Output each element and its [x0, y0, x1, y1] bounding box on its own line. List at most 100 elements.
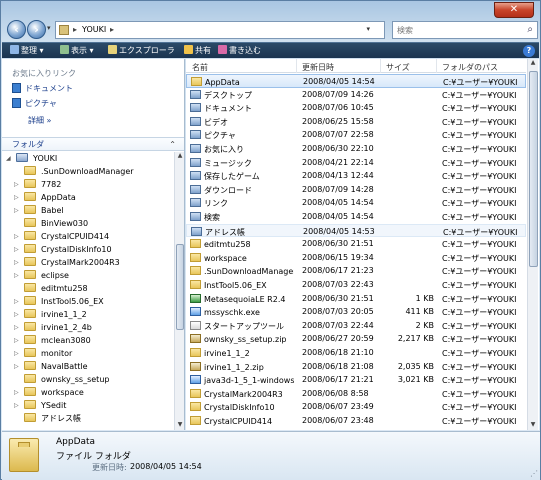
file-row[interactable]: irvine1_1_2 2008/06/18 21:10 C:¥ユーザー¥YOUKI: [186, 346, 526, 360]
file-row[interactable]: スタートアップツール 2008/07/03 22:44 2 KB C:¥ユーザー¥YO…: [186, 319, 526, 333]
column-header-folder[interactable]: フォルダのパス: [442, 62, 498, 73]
expand-arrow-icon[interactable]: ◢: [6, 152, 14, 165]
back-button[interactable]: ‹: [7, 20, 26, 39]
breadcrumb-separator[interactable]: ▸: [110, 25, 114, 34]
tree-item[interactable]: ▷ CrystalMark2004R3: [14, 256, 120, 269]
burn-button[interactable]: 書き込む: [218, 45, 261, 57]
expand-arrow-icon[interactable]: ▷: [14, 386, 22, 399]
close-button[interactable]: ✕: [494, 2, 534, 18]
organize-button[interactable]: 整理 ▾: [10, 45, 44, 57]
tree-item[interactable]: ▷ 7782: [14, 178, 61, 191]
breadcrumb-separator[interactable]: ▸: [73, 25, 77, 34]
tree-item[interactable]: .SunDownloadManager: [24, 165, 134, 178]
file-row[interactable]: ダウンロード 2008/07/09 14:28 C:¥ユーザー¥YOUKI: [186, 183, 526, 197]
file-row[interactable]: .SunDownloadManager 2008/06/17 21:23 C:¥ユー…: [186, 264, 526, 278]
expand-arrow-icon[interactable]: ▷: [14, 178, 22, 191]
tree-item[interactable]: ▷ eclipse: [14, 269, 69, 282]
file-row[interactable]: irvine1_1_2.zip 2008/06/18 21:08 2,035 KB C…: [186, 360, 526, 374]
file-row[interactable]: CrystalMark2004R3 2008/06/08 8:58 C:¥ユーザー¥…: [186, 387, 526, 401]
tree-item[interactable]: ▷ mclean3080: [14, 334, 91, 347]
tree-item[interactable]: ▷ Babel: [14, 204, 64, 217]
tree-item[interactable]: ▷ workspace: [14, 386, 84, 399]
tree-item[interactable]: ▷ InstTool5.06_EX: [14, 295, 104, 308]
expand-arrow-icon[interactable]: ▷: [14, 321, 22, 334]
view-button[interactable]: 表示 ▾: [60, 45, 94, 57]
file-row[interactable]: CrystalDiskInfo10 2008/06/07 23:49 C:¥ユーザー…: [186, 400, 526, 414]
tree-scrollbar-thumb[interactable]: [176, 244, 184, 330]
file-row[interactable]: AppData 2008/04/05 14:54 C:¥ユーザー¥YOUKI: [186, 74, 526, 88]
favorite-link-documents[interactable]: ドキュメント: [12, 83, 73, 95]
breadcrumb-youki[interactable]: YOUKI: [82, 25, 106, 34]
expand-arrow-icon[interactable]: ▷: [14, 269, 22, 282]
tree-item[interactable]: ▷ monitor: [14, 347, 72, 360]
scroll-down-arrow[interactable]: ▼: [176, 421, 184, 430]
tree-item[interactable]: ▷ irvine1_1_2: [14, 308, 87, 321]
file-row[interactable]: ownsky_ss_setup.zip 2008/06/27 20:59 2,217…: [186, 332, 526, 346]
explore-button[interactable]: エクスプローラ: [108, 45, 175, 57]
expand-arrow-icon[interactable]: ▷: [14, 347, 22, 360]
file-row[interactable]: InstTool5.06_EX 2008/07/03 22:43 C:¥ユーザー¥Y…: [186, 278, 526, 292]
scroll-down-arrow[interactable]: ▼: [529, 421, 537, 430]
expand-arrow-icon[interactable]: ▷: [14, 334, 22, 347]
scroll-up-arrow[interactable]: ▲: [529, 59, 537, 68]
tree-item[interactable]: アドレス帳: [24, 412, 81, 425]
more-link[interactable]: 詳細 »: [28, 115, 51, 126]
file-row[interactable]: MetasequoiaLE R2.4 2008/06/30 21:51 1 KB C:…: [186, 292, 526, 306]
tree-item[interactable]: ownsky_ss_setup: [24, 373, 109, 386]
search-input[interactable]: 検索 ⌕: [392, 21, 538, 39]
file-row[interactable]: リンク 2008/04/05 14:54 C:¥ユーザー¥YOUKI: [186, 196, 526, 210]
file-row[interactable]: デスクトップ 2008/07/09 14:26 C:¥ユーザー¥YOUKI: [186, 88, 526, 102]
expand-arrow-icon[interactable]: ▷: [14, 191, 22, 204]
tree-item[interactable]: ▷ YSedit: [14, 399, 66, 412]
file-list-scrollbar[interactable]: ▲ ▼: [527, 59, 538, 430]
expand-arrow-icon[interactable]: ▷: [14, 360, 22, 373]
address-bar[interactable]: ▸ YOUKI ▸ ▾: [55, 21, 385, 39]
file-row[interactable]: editmtu258 2008/06/30 21:51 C:¥ユーザー¥YOUKI: [186, 237, 526, 251]
file-list-scrollbar-thumb[interactable]: [529, 71, 538, 267]
file-row[interactable]: ミュージック 2008/04/21 22:14 C:¥ユーザー¥YOUKI: [186, 156, 526, 170]
search-icon[interactable]: ⌕: [527, 24, 533, 35]
expand-arrow-icon[interactable]: ▷: [14, 230, 22, 243]
expand-arrow-icon[interactable]: ▷: [14, 308, 22, 321]
file-row[interactable]: アドレス帳 2008/04/05 14:53 C:¥ユーザー¥YOUKI: [186, 223, 526, 238]
file-row[interactable]: ビデオ 2008/06/25 15:58 C:¥ユーザー¥YOUKI: [186, 115, 526, 129]
tree-item[interactable]: ▷ irvine1_2_4b: [14, 321, 92, 334]
file-row[interactable]: お気に入り 2008/06/30 22:10 C:¥ユーザー¥YOUKI: [186, 142, 526, 156]
file-row[interactable]: java3d-1_5_1-windows... 2008/06/17 21:21 3…: [186, 373, 526, 387]
expand-arrow-icon[interactable]: ▷: [14, 204, 22, 217]
expand-arrow-icon[interactable]: ▷: [14, 256, 22, 269]
chevron-up-icon[interactable]: ⌃: [169, 138, 176, 151]
file-row[interactable]: 保存したゲーム 2008/04/13 12:44 C:¥ユーザー¥YOUKI: [186, 169, 526, 183]
column-header-modified[interactable]: 更新日時: [302, 62, 334, 73]
resize-grip-icon[interactable]: ⋰: [530, 469, 538, 478]
expand-arrow-icon[interactable]: ▷: [14, 243, 22, 256]
scroll-up-arrow[interactable]: ▲: [176, 152, 184, 161]
file-row[interactable]: 検索 2008/04/05 14:54 C:¥ユーザー¥YOUKI: [186, 210, 526, 224]
tree-item[interactable]: ▷ NavalBattle: [14, 360, 88, 373]
column-header-size[interactable]: サイズ: [386, 62, 410, 73]
share-button[interactable]: 共有: [184, 45, 211, 57]
tree-item[interactable]: ▷ CrystalDiskInfo10: [14, 243, 112, 256]
file-row[interactable]: ピクチャ 2008/07/07 22:58 C:¥ユーザー¥YOUKI: [186, 128, 526, 142]
favorite-link-pictures[interactable]: ピクチャ: [12, 98, 57, 110]
file-row[interactable]: CrystalCPUID414 2008/06/07 23:48 C:¥ユーザー¥Y…: [186, 414, 526, 428]
column-divider[interactable]: [296, 59, 297, 73]
tree-item[interactable]: ◢ YOUKI: [6, 152, 57, 165]
recent-pages-dropdown[interactable]: ▾: [47, 24, 51, 32]
file-row[interactable]: workspace 2008/06/15 19:34 C:¥ユーザー¥YOUKI: [186, 251, 526, 265]
tree-item[interactable]: BinView030: [24, 217, 88, 230]
tree-item[interactable]: ▷ AppData: [14, 191, 76, 204]
file-row[interactable]: ドキュメント 2008/07/06 10:45 C:¥ユーザー¥YOUKI: [186, 101, 526, 115]
expand-arrow-icon[interactable]: ▷: [14, 399, 22, 412]
column-header-name[interactable]: 名前: [192, 62, 208, 73]
tree-item[interactable]: ▷ CrystalCPUID414: [14, 230, 109, 243]
forward-button[interactable]: ›: [27, 20, 46, 39]
expand-arrow-icon[interactable]: ▷: [14, 295, 22, 308]
column-divider[interactable]: [436, 59, 437, 73]
tree-item[interactable]: editmtu258: [24, 282, 88, 295]
tree-scrollbar[interactable]: ▲ ▼: [174, 152, 184, 430]
help-icon[interactable]: ?: [523, 45, 535, 57]
file-row[interactable]: mssyschk.exe 2008/07/03 20:05 411 KB C:¥ユーザ…: [186, 305, 526, 319]
folders-header[interactable]: フォルダ ⌃: [2, 137, 184, 151]
column-divider[interactable]: [380, 59, 381, 73]
